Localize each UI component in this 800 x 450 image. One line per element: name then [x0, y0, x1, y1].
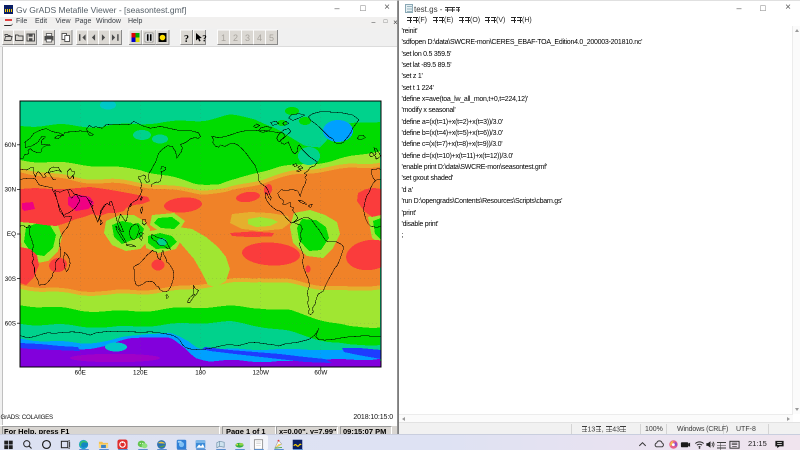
- svg-text:30N: 30N: [4, 187, 16, 194]
- svg-text:120E: 120E: [133, 370, 148, 377]
- svg-text:60W: 60W: [314, 370, 327, 377]
- svg-text:4: 4: [257, 33, 262, 43]
- svg-text:?: ?: [202, 34, 207, 44]
- svg-text:30S: 30S: [5, 276, 16, 283]
- svg-text:60N: 60N: [4, 142, 16, 149]
- svg-text:1: 1: [221, 33, 226, 43]
- svg-text:5: 5: [269, 33, 274, 43]
- svg-text:?: ?: [184, 34, 189, 45]
- svg-text:60S: 60S: [5, 320, 16, 327]
- svg-text:EQ: EQ: [7, 231, 16, 238]
- svg-text:3: 3: [245, 33, 250, 43]
- svg-text:120W: 120W: [252, 370, 269, 377]
- svg-text:2: 2: [233, 33, 238, 43]
- svg-text:180: 180: [195, 370, 206, 377]
- svg-text:60E: 60E: [75, 370, 86, 377]
